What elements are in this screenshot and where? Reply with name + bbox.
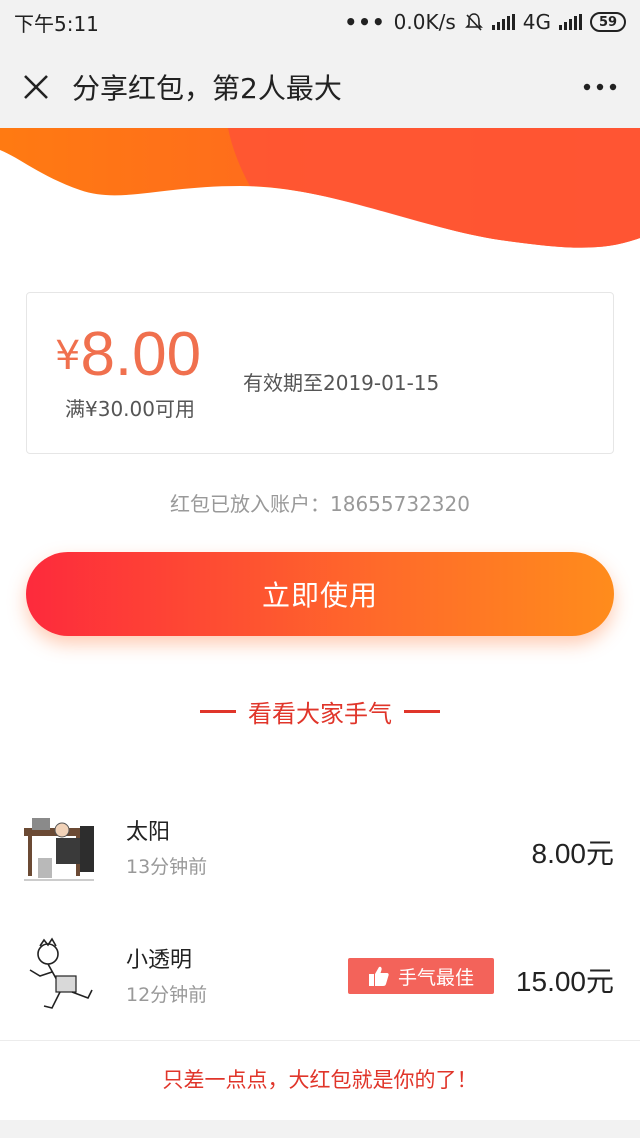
list-item: 小透明 12分钟前 手气最佳 15.00元 xyxy=(0,928,640,1028)
close-icon xyxy=(24,75,48,99)
bottom-strip xyxy=(0,1120,640,1138)
record-name: 小透明 xyxy=(126,948,193,973)
record-time: 12分钟前 xyxy=(126,984,208,1006)
badge-label: 手气最佳 xyxy=(397,966,474,989)
signal-icon-2 xyxy=(559,14,582,30)
coupon-card: ¥8.00 满¥30.00可用 有效期至2019-01-15 xyxy=(26,292,614,454)
avatar xyxy=(24,818,94,881)
coupon-condition: 满¥30.00可用 xyxy=(65,397,195,421)
best-luck-badge: 手气最佳 xyxy=(348,958,494,994)
record-time: 13分钟前 xyxy=(126,856,208,878)
use-now-button[interactable]: 立即使用 xyxy=(26,552,614,636)
title-dash-left xyxy=(200,710,236,713)
list-item: 太阳 13分钟前 8.00元 xyxy=(0,800,640,900)
currency-symbol: ¥ xyxy=(55,333,81,379)
page-title: 分享红包，第2人最大 xyxy=(72,72,342,105)
close-button[interactable] xyxy=(0,44,72,130)
section-title: 看看大家手气 xyxy=(0,694,640,729)
account-info: 红包已放入账户：18655732320 xyxy=(170,492,470,516)
network-type: 4G xyxy=(522,10,551,34)
section-title-text: 看看大家手气 xyxy=(248,700,392,728)
record-amount: 15.00元 xyxy=(515,966,614,997)
coupon-expiry: 有效期至2019-01-15 xyxy=(243,371,440,395)
notification-dots-icon: ••• xyxy=(344,10,386,34)
title-dash-right xyxy=(404,710,440,713)
amount-value: 8.00 xyxy=(80,320,202,389)
signal-icon xyxy=(491,14,515,30)
divider xyxy=(0,1040,640,1041)
thumbs-up-icon xyxy=(368,966,389,986)
header-wave-decoration xyxy=(0,128,640,248)
title-bar: 分享红包，第2人最大 xyxy=(0,44,640,130)
record-name: 太阳 xyxy=(126,820,171,845)
status-bar: 下午5:11 ••• 0.0K/s 4G 59 xyxy=(0,0,640,44)
battery-icon: 59 xyxy=(590,12,626,32)
more-button[interactable] xyxy=(560,44,640,130)
more-icon xyxy=(583,83,617,91)
avatar xyxy=(29,937,93,1009)
mute-bell-icon xyxy=(464,13,483,31)
status-time: 下午5:11 xyxy=(14,11,99,36)
record-amount: 8.00元 xyxy=(531,838,615,869)
net-speed: 0.0K/s xyxy=(393,10,456,34)
status-indicators: ••• 0.0K/s 4G 59 xyxy=(344,10,626,34)
coupon-amount: ¥8.00 xyxy=(55,319,201,390)
footer-tip: 只差一点点，大红包就是你的了！ xyxy=(162,1068,478,1092)
